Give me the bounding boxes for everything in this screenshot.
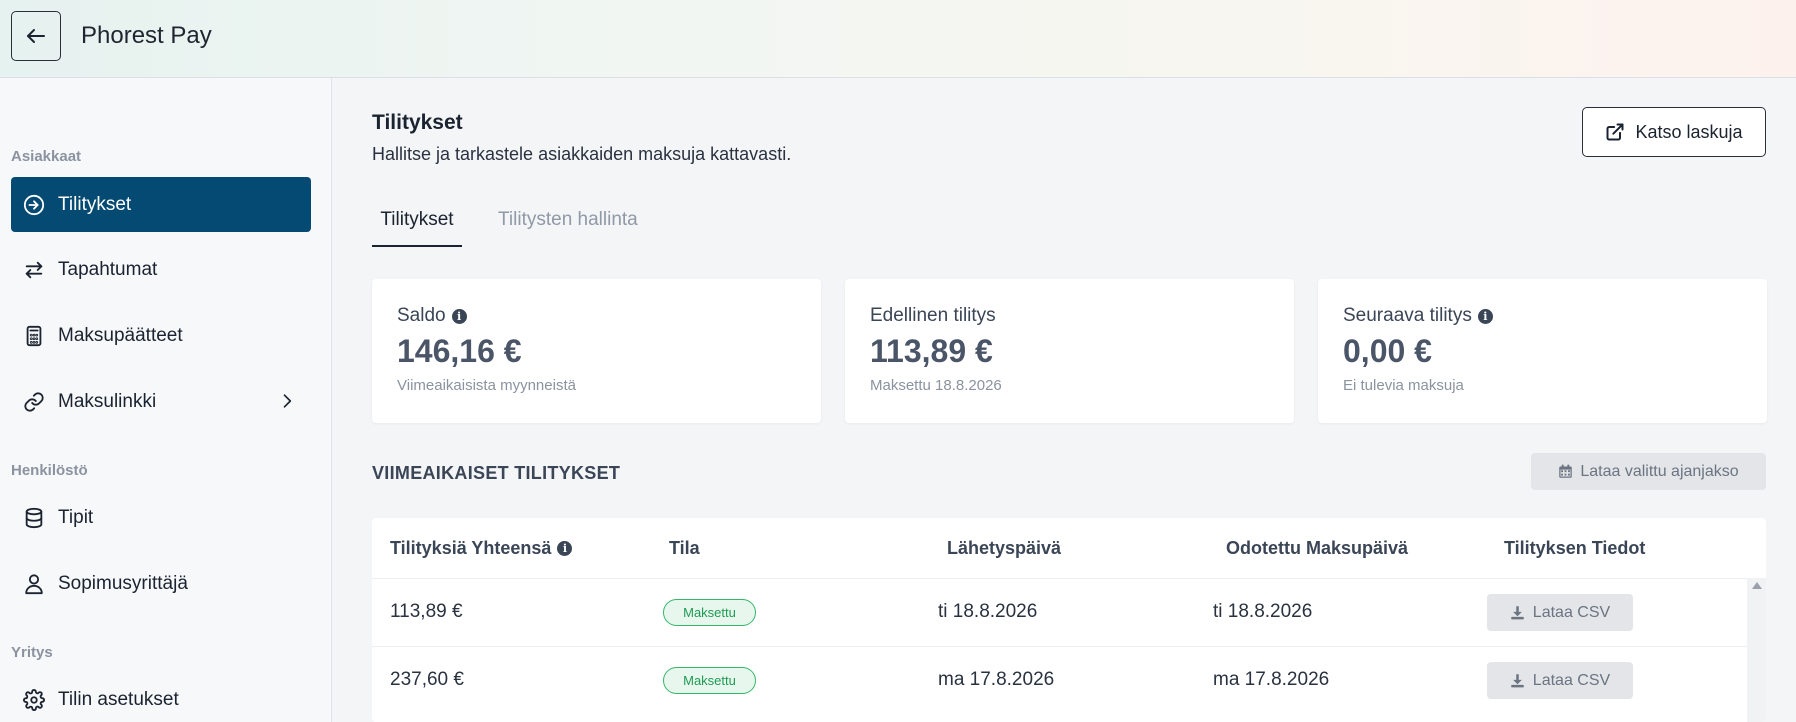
- view-invoices-button[interactable]: Katso laskuja: [1582, 107, 1766, 157]
- card-subtext: Maksettu 18.8.2026: [870, 377, 1002, 394]
- external-link-icon: [1606, 123, 1624, 141]
- cell-expected-date: ti 18.8.2026: [1213, 601, 1313, 622]
- column-header-expected-date[interactable]: Odotettu Maksupäivä: [1226, 538, 1408, 559]
- calendar-icon: [1559, 464, 1573, 478]
- column-header-status[interactable]: Tila: [669, 538, 700, 559]
- column-header-details[interactable]: Tilityksen Tiedot: [1504, 538, 1645, 559]
- gear-icon: [23, 688, 45, 711]
- sidebar-item-label: Maksulinkki: [58, 390, 157, 412]
- card-label: Edellinen tilitys: [870, 305, 996, 326]
- next-settlement-card: Seuraava tilitys i 0,00 € Ei tulevia mak…: [1318, 279, 1767, 423]
- sidebar-item-terminals[interactable]: Maksupäätteet: [11, 308, 311, 363]
- top-bar: Phorest Pay: [0, 0, 1796, 78]
- page-title: Tilitykset: [372, 111, 463, 134]
- sidebar-item-account-settings[interactable]: Tilin asetukset: [11, 672, 311, 722]
- sidebar-item-label: Tilin asetukset: [58, 688, 179, 710]
- download-period-label: Lataa valittu ajanjakso: [1580, 462, 1739, 480]
- card-value: 146,16 €: [397, 333, 522, 369]
- column-header-sent-date[interactable]: Lähetyspäivä: [947, 538, 1061, 559]
- scroll-up-arrow-icon[interactable]: [1752, 582, 1762, 589]
- download-csv-button[interactable]: Lataa CSV: [1487, 594, 1633, 631]
- card-label-row: Edellinen tilitys: [870, 305, 996, 327]
- sidebar-item-label: Tilitykset: [58, 193, 132, 215]
- sidebar-item-transactions[interactable]: Tapahtumat: [11, 242, 311, 297]
- cell-expected-date: ma 17.8.2026: [1213, 669, 1330, 690]
- arrow-circle-right-icon: [23, 194, 45, 216]
- download-icon: [1511, 674, 1524, 688]
- sidebar-section-company: Yritys: [11, 644, 53, 661]
- card-subtext: Ei tulevia maksuja: [1343, 377, 1464, 394]
- info-icon[interactable]: i: [451, 308, 467, 324]
- card-value: 113,89 €: [870, 333, 993, 369]
- sidebar-section-staff: Henkilöstö: [11, 462, 88, 479]
- previous-settlement-card: Edellinen tilitys 113,89 € Maksettu 18.8…: [845, 279, 1294, 423]
- card-subtext: Viimeaikaisista myynneistä: [397, 377, 576, 394]
- arrow-left-icon: [27, 29, 45, 43]
- download-csv-label: Lataa CSV: [1532, 671, 1611, 689]
- download-period-button[interactable]: Lataa valittu ajanjakso: [1531, 453, 1766, 490]
- info-icon[interactable]: i: [557, 541, 573, 556]
- view-invoices-label: Katso laskuja: [1635, 121, 1743, 142]
- cell-total: 237,60 €: [390, 669, 464, 690]
- tab-settlements-management[interactable]: Tilitysten hallinta: [498, 209, 638, 245]
- sidebar: Asiakkaat Tilitykset Tapahtumat Maksupää…: [0, 78, 332, 722]
- app-title: Phorest Pay: [81, 22, 212, 49]
- download-csv-label: Lataa CSV: [1532, 603, 1611, 621]
- cell-total: 113,89 €: [390, 601, 463, 622]
- table-row: 237,60 € Maksettu ma 17.8.2026 ma 17.8.2…: [372, 646, 1747, 714]
- card-label-row: Saldo i: [397, 305, 467, 327]
- status-badge: Maksettu: [663, 667, 756, 694]
- card-label-row: Seuraava tilitys i: [1343, 305, 1493, 327]
- cell-sent-date: ti 18.8.2026: [938, 601, 1038, 622]
- sidebar-item-label: Tipit: [58, 506, 94, 528]
- table-row: 113,89 € Maksettu ti 18.8.2026 ti 18.8.2…: [372, 578, 1747, 646]
- sidebar-item-tips[interactable]: Tipit: [11, 490, 311, 545]
- sidebar-item-label: Tapahtumat: [58, 258, 158, 280]
- balance-card: Saldo i 146,16 € Viimeaikaisista myynnei…: [372, 279, 821, 423]
- chevron-right-icon: [277, 391, 297, 416]
- sidebar-item-settlements[interactable]: Tilitykset: [11, 177, 311, 232]
- download-csv-button[interactable]: Lataa CSV: [1487, 662, 1633, 699]
- page-subtitle: Hallitse ja tarkastele asiakkaiden maksu…: [372, 144, 792, 164]
- main-content: Tilitykset Hallitse ja tarkastele asiakk…: [333, 78, 1796, 722]
- cell-sent-date: ma 17.8.2026: [938, 669, 1055, 690]
- back-button[interactable]: [11, 11, 61, 61]
- card-label: Saldo: [397, 305, 446, 326]
- card-label: Seuraava tilitys: [1343, 305, 1472, 326]
- recent-settlements-heading: VIIMEAIKAISET TILITYKSET: [372, 463, 621, 483]
- sidebar-section-customers: Asiakkaat: [11, 148, 82, 165]
- sidebar-item-label: Maksupäätteet: [58, 324, 183, 346]
- link-icon: [23, 391, 45, 413]
- sidebar-item-label: Sopimusyrittäjä: [58, 572, 188, 594]
- download-icon: [1511, 606, 1524, 620]
- info-icon[interactable]: i: [1477, 308, 1493, 324]
- status-badge: Maksettu: [663, 599, 756, 626]
- database-icon: [23, 507, 45, 529]
- card-value: 0,00 €: [1343, 333, 1432, 369]
- sidebar-item-payment-link[interactable]: Maksulinkki: [11, 374, 311, 429]
- table-scrollbar[interactable]: [1747, 578, 1766, 722]
- sidebar-item-contractor[interactable]: Sopimusyrittäjä: [11, 556, 311, 611]
- swap-arrows-icon: [23, 259, 45, 281]
- tab-settlements[interactable]: Tilitykset: [372, 209, 462, 247]
- column-header-label: Tilityksiä Yhteensä: [390, 538, 552, 558]
- user-icon: [23, 573, 45, 595]
- settlements-table: Tilityksiä Yhteensä i Tila Lähetyspäivä …: [372, 518, 1766, 722]
- calculator-icon: [23, 325, 45, 347]
- column-header-total[interactable]: Tilityksiä Yhteensä i: [390, 538, 573, 559]
